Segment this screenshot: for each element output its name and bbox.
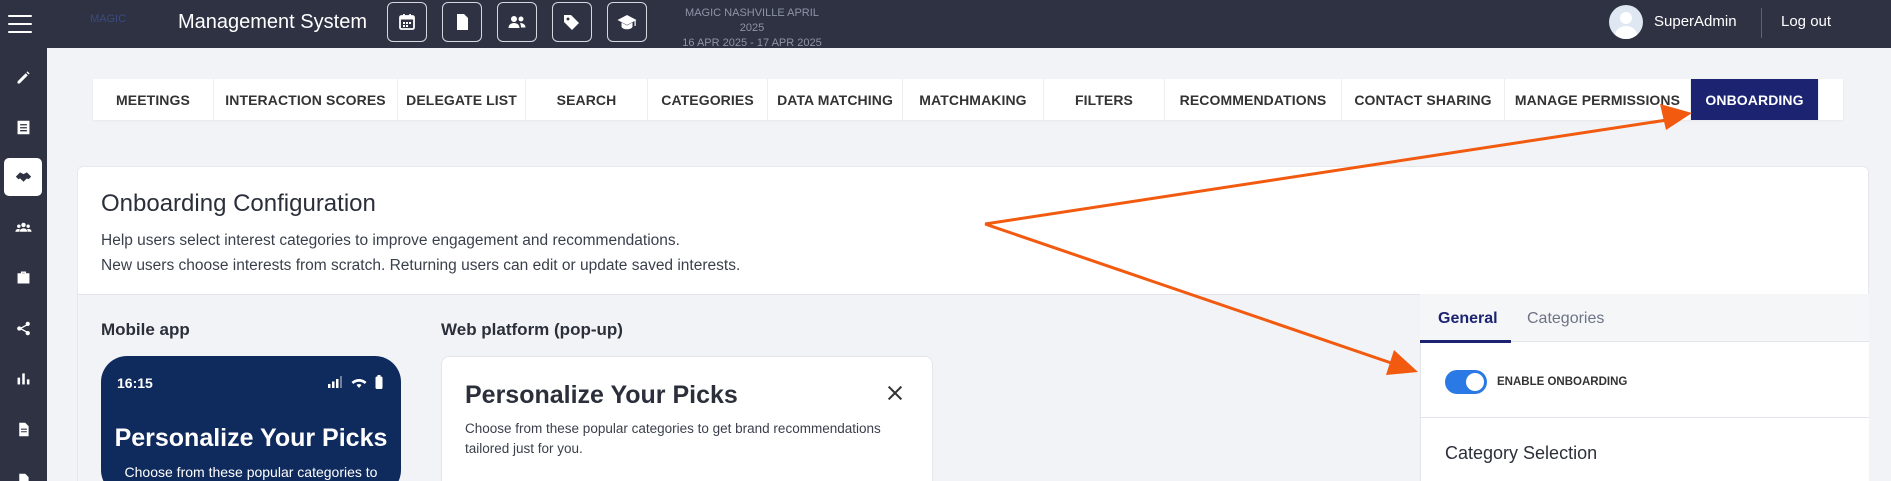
module-tabs: MEETINGS INTERACTION SCORES DELEGATE LIS… <box>93 79 1843 120</box>
tags-button[interactable] <box>552 2 592 42</box>
briefcase-icon <box>17 271 29 283</box>
pencil-icon <box>17 70 30 83</box>
wifi-icon <box>351 379 366 388</box>
category-selection-title: Category Selection <box>1445 443 1598 463</box>
page-title: Onboarding Configuration <box>101 190 376 217</box>
list-icon <box>17 120 29 134</box>
active-tab-indicator <box>1420 340 1511 343</box>
sidebar-item-list[interactable] <box>4 108 42 146</box>
tab-filters[interactable]: FILTERS <box>1044 79 1165 120</box>
event-info: MAGIC NASHVILLE APRIL 2025 16 APR 2025 -… <box>672 6 832 51</box>
menu-icon[interactable] <box>8 15 32 33</box>
tab-matchmaking[interactable]: MATCHMAKING <box>903 79 1044 120</box>
tab-interaction-scores[interactable]: INTERACTION SCORES <box>214 79 398 120</box>
education-button[interactable] <box>607 2 647 42</box>
tab-search[interactable]: SEARCH <box>526 79 648 120</box>
web-platform-label: Web platform (pop-up) <box>441 320 623 339</box>
tab-general[interactable]: General <box>1438 310 1498 328</box>
bar-chart-icon <box>17 372 29 384</box>
event-name: MAGIC NASHVILLE APRIL 2025 <box>685 7 819 34</box>
description-line-2: New users choose interests from scratch.… <box>101 257 741 274</box>
sidebar-item-share[interactable] <box>4 309 42 347</box>
battery-icon <box>375 375 383 389</box>
signal-icon <box>328 376 342 388</box>
sidebar <box>0 48 47 481</box>
popup-text: Choose from these popular categories to … <box>465 421 881 456</box>
graduation-cap-icon <box>617 15 637 30</box>
users-button[interactable] <box>497 2 537 42</box>
file-icon <box>18 422 29 436</box>
tab-onboarding[interactable]: ONBOARDING <box>1691 79 1819 120</box>
avatar[interactable] <box>1609 5 1643 39</box>
calendar-icon <box>399 14 415 30</box>
calendar-button[interactable] <box>387 2 427 42</box>
logout-link[interactable]: Log out <box>1781 13 1831 30</box>
group-icon <box>14 222 32 232</box>
tab-categories-settings[interactable]: Categories <box>1527 310 1604 328</box>
phone-status-icons <box>328 375 383 389</box>
header-divider <box>1761 8 1762 38</box>
sidebar-item-analytics[interactable] <box>4 359 42 397</box>
handshake-icon <box>15 171 31 182</box>
phone-time: 16:15 <box>117 375 153 391</box>
close-icon[interactable] <box>885 383 905 403</box>
sidebar-item-reports[interactable] <box>4 410 42 448</box>
enable-onboarding-toggle[interactable] <box>1445 370 1487 394</box>
event-dates: 16 APR 2025 - 17 APR 2025 <box>682 37 822 49</box>
sidebar-item-more[interactable] <box>4 461 42 481</box>
sidebar-item-matchmaking[interactable] <box>4 158 42 196</box>
tab-manage-permissions[interactable]: MANAGE PERMISSIONS <box>1505 79 1691 120</box>
username[interactable]: SuperAdmin <box>1654 13 1737 30</box>
page-icon <box>18 473 29 481</box>
sidebar-item-groups[interactable] <box>4 208 42 246</box>
tab-meetings[interactable]: MEETINGS <box>93 79 214 120</box>
mobile-preview-subtext: Choose from these popular categories to <box>124 464 378 480</box>
share-icon <box>16 321 30 335</box>
users-icon <box>508 16 526 28</box>
sidebar-item-exhibitors[interactable] <box>4 258 42 296</box>
tab-recommendations[interactable]: RECOMMENDATIONS <box>1165 79 1342 120</box>
popup-heading: Personalize Your Picks <box>465 381 738 409</box>
logo: MAGIC <box>90 13 127 25</box>
document-icon <box>457 14 468 30</box>
tab-contact-sharing[interactable]: CONTACT SHARING <box>1342 79 1505 120</box>
enable-onboarding-label: ENABLE ONBOARDING <box>1497 376 1628 388</box>
tab-data-matching[interactable]: DATA MATCHING <box>768 79 903 120</box>
mobile-preview-heading: Personalize Your Picks <box>114 424 388 452</box>
sidebar-item-edit[interactable] <box>4 58 42 96</box>
app-title: Management System <box>178 11 367 33</box>
description-line-1: Help users select interest categories to… <box>101 232 680 249</box>
document-button[interactable] <box>442 2 482 42</box>
mobile-app-label: Mobile app <box>101 320 190 339</box>
settings-divider <box>1420 417 1869 418</box>
tab-delegate-list[interactable]: DELEGATE LIST <box>398 79 526 120</box>
tag-icon <box>564 15 579 30</box>
tab-categories[interactable]: CATEGORIES <box>648 79 768 120</box>
top-bar: MAGIC Management System MAGIC NASHVILLE … <box>0 0 1891 51</box>
